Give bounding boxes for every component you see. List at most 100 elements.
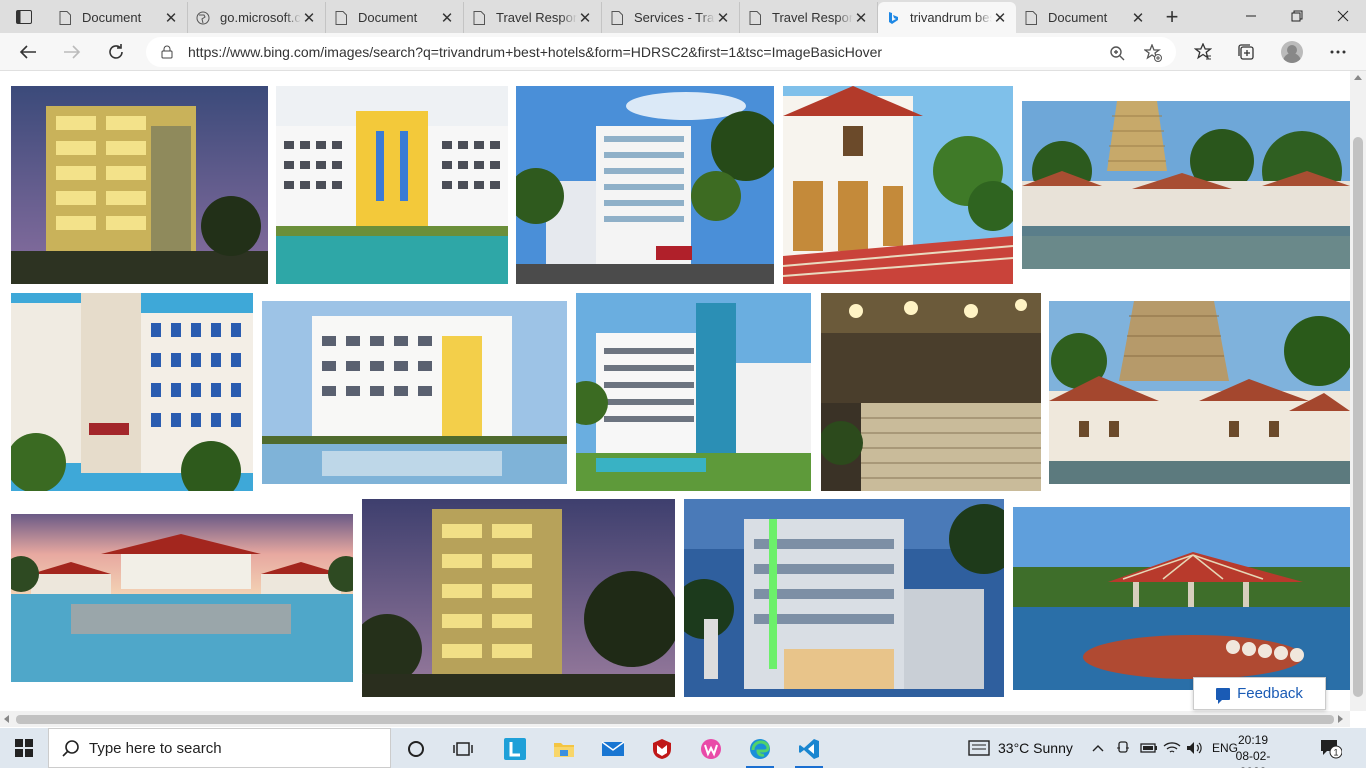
tab-document-2[interactable]: Document ✕ (326, 2, 464, 33)
feedback-button[interactable]: Feedback (1193, 677, 1326, 710)
temple-tower-houses-image (1049, 301, 1350, 484)
address-bar[interactable]: https://www.bing.com/images/search?q=tri… (146, 37, 1176, 67)
url-text[interactable]: https://www.bing.com/images/search?q=tri… (188, 44, 882, 60)
close-icon[interactable]: ✕ (301, 10, 317, 27)
hotel-lobby-stairs-image (821, 293, 1041, 491)
meet-now-icon[interactable] (1116, 728, 1130, 768)
profile-avatar[interactable] (1281, 41, 1303, 63)
start-button[interactable] (0, 728, 48, 768)
weather-widget[interactable]: 33°C Sunny (968, 728, 1073, 768)
hotel-blue-tower-pool-image (576, 293, 811, 491)
close-icon[interactable]: ✕ (715, 10, 731, 27)
forward-button[interactable] (58, 38, 86, 66)
image-result[interactable] (576, 293, 811, 491)
favorites-icon[interactable] (1193, 42, 1213, 62)
scroll-up-icon[interactable] (1354, 75, 1362, 80)
weather-text: 33°C Sunny (998, 740, 1073, 756)
task-view-icon (453, 742, 473, 756)
mail-button[interactable] (593, 732, 633, 766)
cortana-button[interactable] (396, 732, 436, 766)
image-result[interactable] (783, 86, 1013, 284)
close-window-button[interactable] (1320, 0, 1366, 32)
windows-icon (15, 739, 33, 757)
vscode-icon (799, 739, 819, 759)
image-result[interactable] (821, 293, 1041, 491)
vertical-scrollbar[interactable] (1350, 71, 1366, 711)
tab-trivandrum-bing[interactable]: trivandrum best hotels ✕ (878, 2, 1016, 33)
collections-icon[interactable] (1236, 42, 1256, 62)
search-placeholder: Type here to search (89, 739, 222, 757)
page-icon (748, 10, 762, 25)
cortana-icon (408, 741, 424, 757)
search-icon (61, 738, 81, 758)
close-icon[interactable]: ✕ (577, 10, 593, 27)
mcafee-button[interactable] (642, 732, 682, 766)
image-result[interactable] (516, 86, 774, 284)
svg-text:1: 1 (1333, 748, 1338, 758)
notification-center-button[interactable]: 1 (1318, 736, 1343, 760)
tab-actions-icon[interactable] (8, 6, 40, 28)
hotel-tower-evening-image (362, 499, 675, 697)
tab-document-3[interactable]: Document ✕ (1016, 2, 1154, 33)
close-icon[interactable]: ✕ (992, 10, 1008, 27)
tab-services-travel[interactable]: Services - Travel ✕ (602, 2, 740, 33)
tab-travel-response-1[interactable]: Travel Response ✕ (464, 2, 602, 33)
task-view-button[interactable] (443, 732, 483, 766)
image-result[interactable] (262, 301, 567, 484)
image-result[interactable] (11, 293, 253, 491)
vscode-button[interactable] (789, 732, 829, 768)
lock-icon[interactable] (160, 45, 174, 59)
chevron-up-icon (1092, 745, 1104, 752)
refresh-button[interactable] (102, 38, 130, 66)
forward-arrow-icon (64, 45, 81, 59)
more-options-icon[interactable] (1328, 42, 1348, 62)
tab-go-microsoft[interactable]: go.microsoft.com ✕ (188, 2, 326, 33)
shield-icon (653, 739, 671, 759)
clock-date: 08-02-2022 (1235, 749, 1271, 768)
tab-document-1[interactable]: Document ✕ (50, 2, 188, 33)
tab-strip: Document ✕ go.microsoft.com ✕ Document ✕… (0, 0, 1366, 33)
new-tab-button[interactable]: + (1160, 5, 1184, 29)
white-hotel-reflection-image (262, 301, 567, 484)
taskbar-app-w[interactable] (691, 732, 731, 766)
minimize-button[interactable] (1228, 0, 1274, 32)
refresh-icon (109, 44, 123, 59)
temple-tower-lake-image (1022, 101, 1350, 269)
add-favorite-icon[interactable] (1144, 44, 1162, 62)
horizontal-scroll-thumb[interactable] (16, 715, 1334, 724)
file-explorer-button[interactable] (544, 732, 584, 766)
battery-icon[interactable] (1140, 728, 1158, 768)
tab-title: Travel Response (772, 10, 853, 25)
modern-hotel-night-image (684, 499, 1004, 697)
tab-title: go.microsoft.com (220, 10, 301, 25)
edge-button[interactable] (740, 732, 780, 768)
volume-icon[interactable] (1186, 728, 1204, 768)
image-result[interactable] (362, 499, 675, 697)
tab-travel-response-2[interactable]: Travel Response ✕ (740, 2, 878, 33)
image-result[interactable] (1013, 507, 1350, 690)
taskbar-search-box[interactable]: Type here to search (48, 728, 391, 768)
scroll-right-icon[interactable] (1338, 715, 1343, 723)
close-icon[interactable]: ✕ (439, 10, 455, 27)
wifi-icon[interactable] (1163, 728, 1181, 768)
scroll-left-icon[interactable] (4, 715, 9, 723)
clock[interactable]: 20:19 08-02-2022 (1226, 732, 1280, 768)
image-result[interactable] (11, 86, 268, 284)
image-result[interactable] (11, 514, 353, 682)
vertical-scroll-thumb[interactable] (1353, 137, 1363, 697)
horizontal-scrollbar[interactable] (0, 711, 1350, 727)
image-result[interactable] (684, 499, 1004, 697)
show-hidden-icons[interactable] (1092, 728, 1104, 768)
taskbar-app-l[interactable] (495, 732, 535, 766)
back-arrow-icon (19, 45, 36, 59)
image-result[interactable] (1049, 301, 1350, 484)
restore-button[interactable] (1274, 0, 1320, 32)
image-result[interactable] (1022, 101, 1350, 269)
back-button[interactable] (14, 38, 42, 66)
close-icon[interactable]: ✕ (853, 10, 869, 27)
close-icon[interactable]: ✕ (1130, 10, 1146, 27)
image-result[interactable] (276, 86, 508, 284)
zoom-icon[interactable] (1108, 44, 1126, 62)
kerala-house-veranda-image (783, 86, 1013, 284)
close-icon[interactable]: ✕ (163, 10, 179, 27)
